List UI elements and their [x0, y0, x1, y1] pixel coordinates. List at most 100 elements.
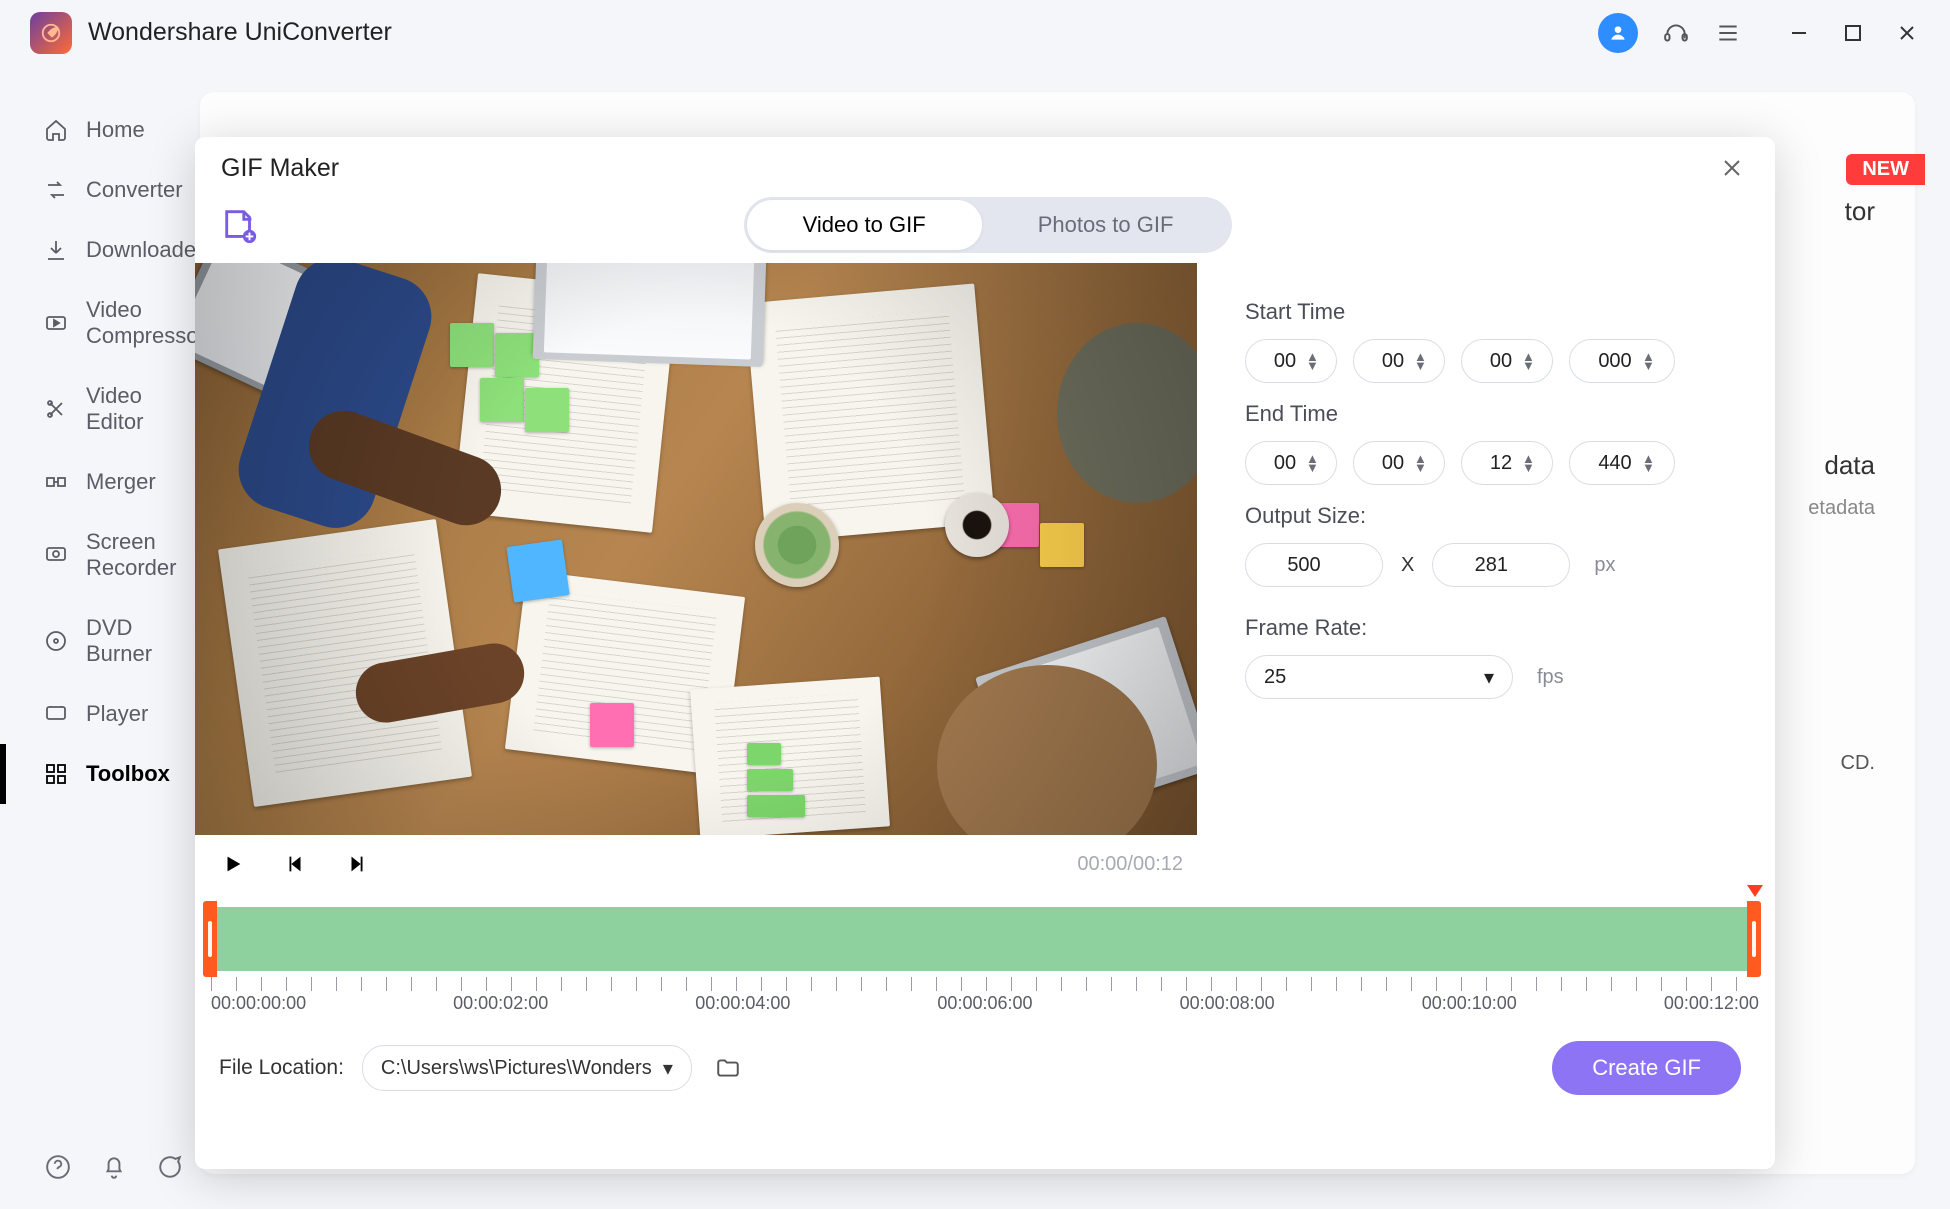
end-ss-stepper[interactable]: ▲▼	[1461, 441, 1553, 485]
sidebar-item-converter[interactable]: Converter	[0, 160, 200, 220]
trim-handle-right[interactable]	[1747, 901, 1761, 977]
sidebar-item-player[interactable]: Player	[0, 684, 200, 744]
stepper-down-icon[interactable]: ▼	[1414, 362, 1427, 370]
file-location-path: C:\Users\ws\Pictures\Wonders	[381, 1057, 652, 1080]
modal-close-button[interactable]	[1715, 151, 1749, 185]
preview-column: 00:00/00:12	[195, 263, 1203, 893]
ruler-label: 00:00:06:00	[937, 993, 1032, 1014]
chevron-down-icon: ▾	[663, 1056, 673, 1081]
start-mm-input[interactable]	[1372, 350, 1414, 373]
sidebar-item-label: Screen Recorder	[86, 529, 200, 581]
bg-text-fragment: CD.	[1841, 752, 1875, 775]
frame-rate-value: 25	[1264, 666, 1286, 689]
modal-title: GIF Maker	[221, 154, 339, 183]
timeline-track[interactable]	[203, 901, 1767, 977]
file-location-select[interactable]: C:\Users\ws\Pictures\Wonders ▾	[362, 1045, 692, 1091]
end-ms-input[interactable]	[1588, 452, 1642, 475]
stepper-down-icon[interactable]: ▼	[1414, 464, 1427, 472]
end-mm-input[interactable]	[1372, 452, 1414, 475]
close-button[interactable]	[1894, 20, 1920, 46]
output-height-input-wrap[interactable]	[1432, 543, 1570, 587]
end-ss-input[interactable]	[1480, 452, 1522, 475]
ruler-label: 00:00:12:00	[1664, 993, 1759, 1014]
app-title: Wondershare UniConverter	[88, 18, 392, 47]
hamburger-menu-icon[interactable]	[1714, 19, 1742, 47]
file-location-label: File Location:	[219, 1056, 344, 1080]
maximize-button[interactable]	[1840, 20, 1866, 46]
frame-rate-row: 25 ▾ fps	[1245, 655, 1725, 699]
frame-rate-unit: fps	[1537, 666, 1564, 689]
start-ss-input[interactable]	[1480, 350, 1522, 373]
time-readout: 00:00/00:12	[1077, 853, 1183, 876]
create-gif-button[interactable]: Create GIF	[1552, 1041, 1741, 1095]
titlebar: Wondershare UniConverter	[0, 0, 1950, 65]
sidebar-item-screen-recorder[interactable]: Screen Recorder	[0, 512, 200, 598]
sidebar-item-downloader[interactable]: Downloader	[0, 220, 200, 280]
open-folder-button[interactable]	[710, 1050, 746, 1086]
stepper-down-icon[interactable]: ▼	[1522, 464, 1535, 472]
minimize-button[interactable]	[1786, 20, 1812, 46]
end-ms-stepper[interactable]: ▲▼	[1569, 441, 1675, 485]
titlebar-right	[1598, 13, 1920, 53]
start-time-row: ▲▼ ▲▼ ▲▼ ▲▼	[1245, 339, 1725, 383]
logo-area: Wondershare UniConverter	[30, 12, 392, 54]
sidebar-item-dvd-burner[interactable]: DVD Burner	[0, 598, 200, 684]
next-frame-button[interactable]	[339, 846, 375, 882]
size-unit-label: px	[1594, 554, 1615, 577]
ruler-label: 00:00:02:00	[453, 993, 548, 1014]
video-preview[interactable]	[195, 263, 1197, 835]
ruler-label: 00:00:00:00	[211, 993, 306, 1014]
feedback-icon[interactable]	[156, 1153, 184, 1181]
tab-photos-to-gif[interactable]: Photos to GIF	[982, 200, 1230, 250]
output-width-input-wrap[interactable]	[1245, 543, 1383, 587]
bg-text-fragment: tor	[1845, 196, 1875, 227]
window-controls	[1786, 20, 1920, 46]
start-ss-stepper[interactable]: ▲▼	[1461, 339, 1553, 383]
end-mm-stepper[interactable]: ▲▼	[1353, 441, 1445, 485]
gif-maker-modal: GIF Maker Video to GIF Photos to GIF	[195, 137, 1775, 1169]
playhead-marker[interactable]	[1747, 885, 1763, 897]
play-button[interactable]	[215, 846, 251, 882]
start-ms-input[interactable]	[1588, 350, 1642, 373]
sidebar-item-toolbox[interactable]: Toolbox	[0, 744, 200, 804]
add-file-button[interactable]	[219, 204, 261, 246]
output-size-row: X px	[1245, 543, 1725, 587]
end-hh-stepper[interactable]: ▲▼	[1245, 441, 1337, 485]
gif-params: Start Time ▲▼ ▲▼ ▲▼ ▲▼ End Time ▲▼ ▲▼ ▲▼…	[1203, 263, 1775, 893]
stepper-down-icon[interactable]: ▼	[1522, 362, 1535, 370]
start-mm-stepper[interactable]: ▲▼	[1353, 339, 1445, 383]
sidebar-item-merger[interactable]: Merger	[0, 452, 200, 512]
sidebar-item-home[interactable]: Home	[0, 100, 200, 160]
sidebar-item-video-compressor[interactable]: Video Compressor	[0, 280, 200, 366]
bg-text-fragment: data	[1824, 450, 1875, 481]
stepper-down-icon[interactable]: ▼	[1306, 362, 1319, 370]
sidebar-item-video-editor[interactable]: Video Editor	[0, 366, 200, 452]
end-hh-input[interactable]	[1264, 452, 1306, 475]
sidebar-item-label: Converter	[86, 177, 183, 203]
output-width-input[interactable]	[1264, 554, 1344, 577]
output-height-input[interactable]	[1451, 554, 1531, 577]
ruler-label: 00:00:10:00	[1422, 993, 1517, 1014]
stepper-down-icon[interactable]: ▼	[1642, 362, 1655, 370]
stepper-down-icon[interactable]: ▼	[1642, 464, 1655, 472]
tab-video-to-gif[interactable]: Video to GIF	[747, 200, 982, 250]
sidebar-item-label: Home	[86, 117, 145, 143]
frame-rate-label: Frame Rate:	[1245, 615, 1725, 641]
start-hh-stepper[interactable]: ▲▼	[1245, 339, 1337, 383]
help-icon[interactable]	[44, 1153, 72, 1181]
chevron-down-icon: ▾	[1484, 665, 1494, 690]
support-headset-icon[interactable]	[1662, 19, 1690, 47]
stepper-down-icon[interactable]: ▼	[1306, 464, 1319, 472]
frame-rate-select[interactable]: 25 ▾	[1245, 655, 1513, 699]
sidebar-item-label: Player	[86, 701, 148, 727]
notifications-icon[interactable]	[100, 1153, 128, 1181]
modal-footer: File Location: C:\Users\ws\Pictures\Wond…	[195, 1023, 1775, 1119]
prev-frame-button[interactable]	[277, 846, 313, 882]
start-hh-input[interactable]	[1264, 350, 1306, 373]
account-avatar-button[interactable]	[1598, 13, 1638, 53]
mode-tabs: Video to GIF Photos to GIF	[744, 197, 1233, 253]
timeline: 00:00:00:00 00:00:02:00 00:00:04:00 00:0…	[195, 893, 1775, 1023]
sidebar-item-label: Video Editor	[86, 383, 200, 435]
trim-handle-left[interactable]	[203, 901, 217, 977]
start-ms-stepper[interactable]: ▲▼	[1569, 339, 1675, 383]
